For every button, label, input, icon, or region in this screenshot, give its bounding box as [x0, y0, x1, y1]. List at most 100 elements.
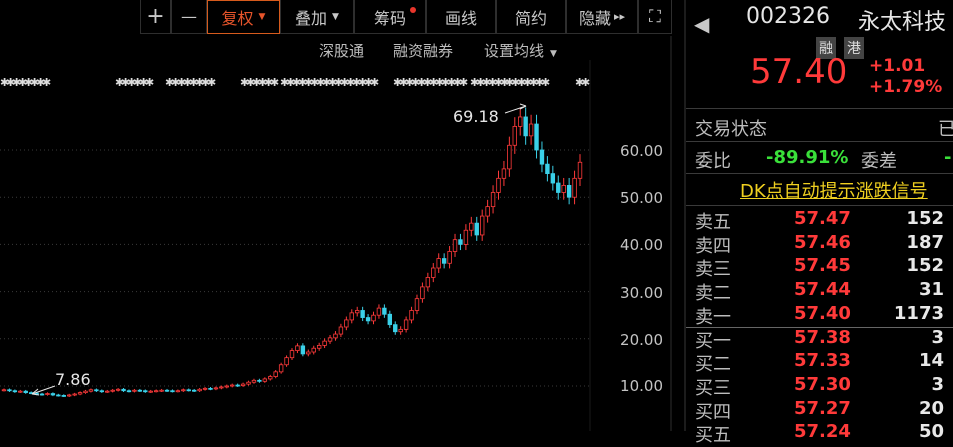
order-name: 卖三 — [695, 259, 731, 281]
signal-marker: ✱ — [145, 76, 154, 89]
candle-body — [45, 393, 50, 395]
signal-marker: ✱ — [270, 76, 279, 89]
double-chevron-right-icon: ▸▸ — [613, 10, 626, 23]
candle-body — [518, 116, 523, 127]
candle-body — [230, 384, 235, 387]
junxian-label: 设置均线 — [484, 42, 545, 60]
candle-body — [72, 393, 77, 396]
ask-row[interactable]: 卖二 57.44 31 — [686, 279, 953, 304]
plus-icon: + — [146, 4, 165, 29]
candle-body — [240, 383, 246, 386]
zoom-out-button[interactable]: — — [171, 0, 207, 34]
order-name: 卖四 — [695, 235, 731, 257]
y-tick-label: 60.00 — [620, 142, 663, 160]
shengutong-link[interactable]: 深股通 — [319, 40, 364, 61]
yincang-button[interactable]: 隐藏 ▸▸ — [566, 0, 638, 34]
candle-body — [132, 389, 137, 392]
candlestick-chart[interactable]: ✱✱✱✱✱✱✱✱ ✱✱✱✱✱✱ ✱✱✱✱✱✱✱✱ ✱✱✱✱✱✱ ✱✱✱✱✱✱✱✱✱✱✱✱… — [0, 0, 682, 431]
candle-body — [246, 381, 251, 385]
stock-name: 永太科技 — [858, 10, 947, 35]
low-price-annotation: 7.86 — [55, 370, 91, 389]
order-vol: 20 — [918, 397, 944, 419]
chouma-button[interactable]: 筹码 — [354, 0, 426, 34]
candle-body — [208, 387, 213, 390]
candle-body — [528, 123, 534, 137]
candle-body — [170, 390, 175, 393]
candle-body — [556, 182, 561, 193]
weicha-value: - — [944, 147, 952, 168]
candle-body — [235, 384, 240, 387]
ask-row[interactable]: 卖四 57.46 187 — [686, 231, 953, 257]
order-vol: 187 — [906, 231, 944, 253]
candle-body — [393, 324, 398, 333]
candle-body — [371, 314, 376, 322]
signal-marker: ✱ — [541, 76, 550, 89]
bid-row[interactable]: 买一 57.38 3 — [686, 327, 953, 352]
order-name: 买一 — [695, 330, 731, 352]
candle-body — [39, 393, 45, 396]
prev-stock-icon[interactable]: ◀ — [694, 12, 709, 36]
bid-row[interactable]: 买二 57.33 14 — [686, 350, 953, 375]
candle-body — [566, 184, 572, 198]
ask-row[interactable]: 卖一 57.40 1173 — [686, 302, 953, 328]
order-price: 57.46 — [794, 231, 851, 253]
order-price: 57.45 — [794, 255, 851, 277]
caret-down-icon: ▼ — [332, 11, 339, 22]
huaxian-button[interactable]: 画线 — [426, 0, 496, 34]
candle-body — [539, 149, 545, 165]
order-price: 57.33 — [794, 350, 851, 372]
signal-marker: ✱ — [581, 76, 590, 89]
junxian-setting-link[interactable]: 设置均线 ▼ — [484, 40, 557, 61]
bid-row[interactable]: 买五 57.24 50 — [686, 421, 953, 447]
candle-body — [469, 222, 474, 231]
ask-row[interactable]: 卖五 57.47 152 — [686, 208, 953, 233]
kline-chart-area[interactable]: ✱ ✱ ✱ ✱ ✱ ✱ ✱ ✱ ✱ ✱ ✱ ✱ ✱ ✱ ✱ ✱ ✱ ✱ ✱ ✱ ✱ ✱ ✱ ✱ ✱ ✱ ✱ ✱ ✱ ✱ ✱ ✱ ✱ ✱ ✱ ✱ ✱ ✱ ✱ ✱… — [0, 0, 682, 431]
candle-body — [360, 310, 365, 318]
candle-body — [458, 239, 463, 245]
order-vol: 3 — [931, 373, 944, 395]
ask-row[interactable]: 卖三 57.45 152 — [686, 255, 953, 281]
candle-body — [420, 286, 425, 300]
fullscreen-button[interactable]: ⛶ — [638, 0, 672, 34]
candle-body — [300, 345, 306, 355]
candle-body — [436, 258, 441, 269]
candle-body — [376, 307, 382, 316]
candle-body — [545, 163, 550, 175]
notification-dot-icon — [410, 7, 416, 13]
candle-body — [414, 298, 420, 311]
candle-body — [425, 277, 431, 288]
candle-body — [507, 144, 512, 170]
order-name: 买五 — [695, 425, 731, 447]
candle-body — [485, 206, 490, 217]
bid-row[interactable]: 买四 57.27 20 — [686, 397, 953, 423]
zoom-in-button[interactable]: + — [140, 0, 171, 34]
jianyue-button[interactable]: 简约 — [496, 0, 566, 34]
order-vol: 1173 — [893, 302, 944, 324]
bid-row[interactable]: 买三 57.30 3 — [686, 373, 953, 399]
diejia-dropdown[interactable]: 叠加 ▼ — [280, 0, 354, 34]
minus-icon: — — [181, 7, 197, 26]
fuquan-dropdown[interactable]: 复权 ▼ — [207, 0, 280, 34]
candle-body — [572, 177, 577, 198]
candle-body — [175, 390, 181, 393]
candle-body — [387, 313, 393, 326]
candle-body — [213, 387, 219, 390]
candle-body — [143, 390, 148, 393]
candle-body — [311, 347, 316, 353]
candle-body — [12, 390, 18, 393]
y-tick-label: 40.00 — [620, 236, 663, 254]
y-tick-label: 50.00 — [620, 189, 663, 207]
caret-down-icon: ▼ — [550, 49, 557, 59]
order-price: 57.27 — [794, 397, 851, 419]
order-name: 卖五 — [695, 212, 731, 233]
fuquan-label: 复权 — [221, 9, 254, 28]
order-price: 57.44 — [794, 279, 851, 301]
candle-body — [447, 251, 452, 264]
candle-body — [126, 390, 132, 393]
candle-body — [268, 376, 273, 380]
candle-body — [181, 389, 186, 392]
rongzi-link[interactable]: 融资融券 — [393, 40, 453, 61]
candle-body — [77, 392, 83, 395]
dk-signal-link[interactable]: DK点自动提示涨跌信号 — [740, 177, 928, 203]
yincang-label: 隐藏 — [578, 8, 611, 28]
